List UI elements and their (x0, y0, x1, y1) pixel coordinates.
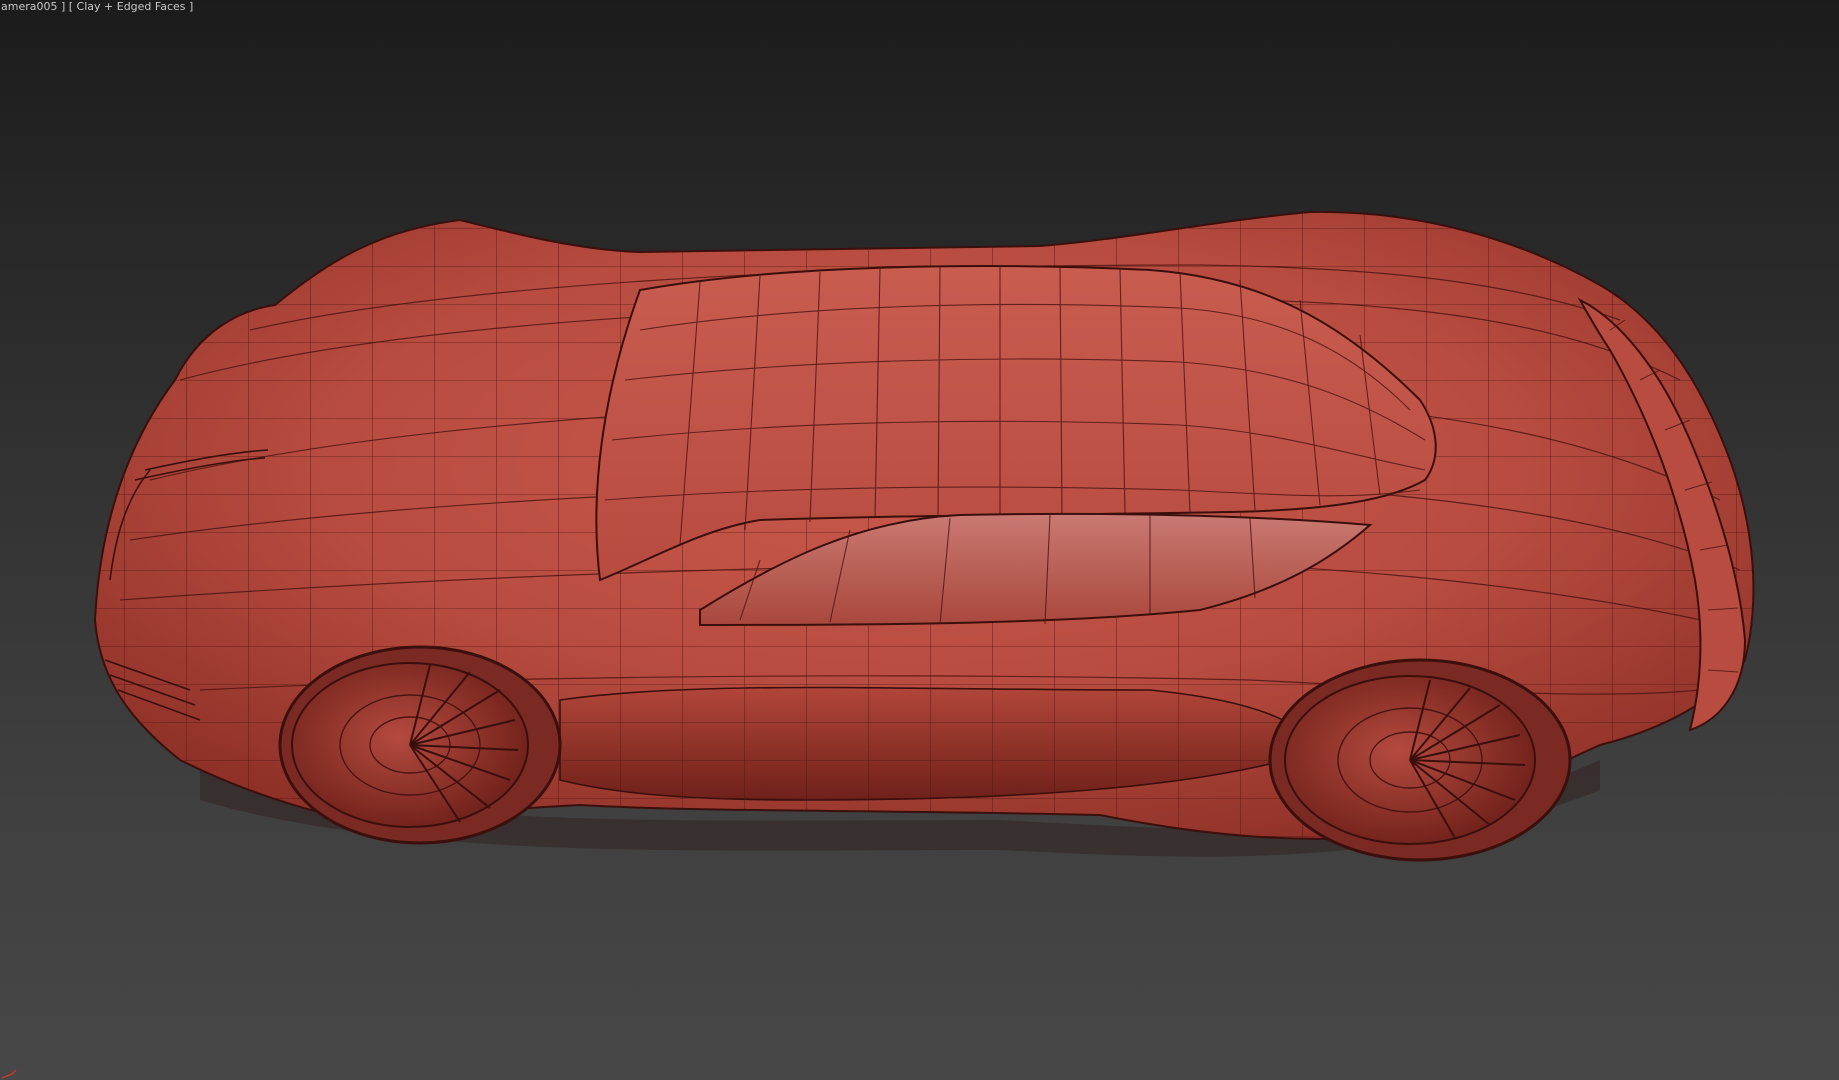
front-wheel (278, 645, 562, 845)
rear-wheel (1268, 658, 1572, 862)
car-model[interactable] (0, 0, 1839, 1080)
viewport[interactable]: amera005 ] [ Clay + Edged Faces ] (0, 0, 1839, 1080)
axis-tripod-icon (1, 1069, 17, 1079)
